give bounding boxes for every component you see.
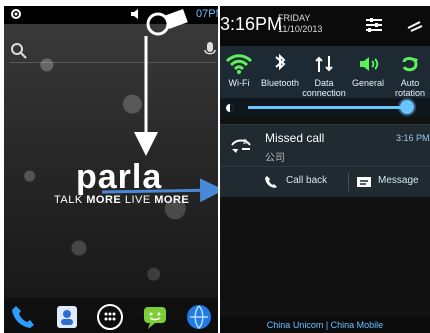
brightness-slider-handle[interactable] <box>400 100 414 114</box>
settings-sliders-icon[interactable] <box>364 16 384 34</box>
quick-data-connection[interactable]: Data connection <box>302 46 346 98</box>
quick-bluetooth[interactable]: Bluetooth <box>260 46 300 98</box>
notification-subtitle: 公司 <box>265 153 285 164</box>
notification-actions: Call back Message <box>220 166 430 197</box>
panel-day: FRIDAY <box>278 13 311 23</box>
home-screen: 07PM parla TALK MORE LIVE MORE <box>4 6 218 333</box>
carrier-footer: China Unicom | China Mobile <box>220 317 430 333</box>
phone-icon <box>265 176 277 188</box>
brightness-icon <box>226 104 234 112</box>
auto-rotation-icon <box>402 57 418 72</box>
notification-panel: 3:16PM FRIDAY 11/10/2013 Wi-Fi Bluetooth… <box>220 6 430 333</box>
data-connection-icon <box>315 56 333 72</box>
message-button[interactable]: Message <box>356 167 430 197</box>
call-back-button[interactable]: Call back <box>264 167 350 197</box>
panel-time: 3:16PM <box>220 14 283 34</box>
volume-icon <box>360 57 379 71</box>
brightness-control <box>220 98 430 118</box>
missed-call-notification[interactable]: 2 Missed call 公司 3:16 PM <box>220 124 430 167</box>
panel-status-bar: 3:16PM FRIDAY 11/10/2013 <box>220 6 430 46</box>
quick-general[interactable]: General <box>348 46 388 98</box>
actions-divider <box>348 173 349 191</box>
wifi-icon <box>225 54 253 74</box>
brightness-slider[interactable] <box>248 106 410 109</box>
notification-title: Missed call <box>265 131 325 145</box>
notification-time: 3:16 PM <box>396 133 430 143</box>
call-back-label: Call back <box>286 175 328 186</box>
missed-call-icon <box>231 139 251 153</box>
bluetooth-icon <box>275 53 286 71</box>
hand-swipe-icon <box>146 9 188 36</box>
message-icon <box>357 177 371 187</box>
quick-wifi[interactable]: Wi-Fi <box>220 46 258 98</box>
panel-date: 11/10/2013 <box>278 24 323 34</box>
quick-auto-rotation[interactable]: Auto rotation <box>390 46 430 98</box>
missed-call-count: 2 <box>243 139 247 146</box>
clear-notifications-icon[interactable] <box>406 16 424 34</box>
quick-settings-row: Wi-Fi Bluetooth Data connection General <box>220 46 430 98</box>
message-label: Message <box>378 175 419 186</box>
gesture-annotation <box>101 36 218 203</box>
